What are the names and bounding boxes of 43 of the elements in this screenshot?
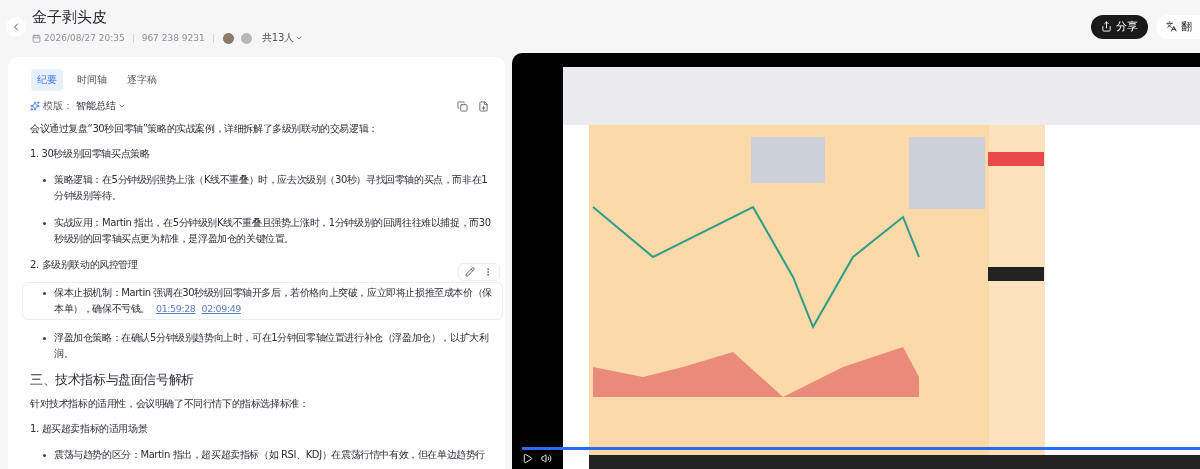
section-subheading: 2. 多级别联动的风控管理: [30, 258, 138, 272]
tab[interactable]: 纪要: [31, 69, 63, 91]
volume-icon[interactable]: [541, 452, 552, 464]
caret-icon: [295, 34, 304, 42]
timestamp-link[interactable]: 01:59:28: [156, 303, 196, 314]
edit-icon[interactable]: [465, 267, 475, 277]
bullet-text: 策略逻辑：在5分钟级别强势上涨（K线不重叠）时，应去次级别（30秒）寻找回零轴的买点，而非在1分钟级别等待。: [54, 173, 489, 203]
bullet-dot: [43, 292, 46, 295]
participants-dropdown[interactable]: 共13人: [261, 31, 304, 45]
bullet-text: 实战应用：Martin 指出，在5分钟级别K线不重叠且强势上涨时，1分钟级别的回调往往难以捕捉，而30秒级别的回零轴买点更为精准，是浮盈加仓的关键位置。: [54, 216, 492, 246]
timestamp-link[interactable]: 02:09:49: [201, 303, 241, 314]
meeting-id: 967 238 9231: [141, 33, 205, 43]
translate-icon: [1166, 21, 1177, 32]
bullet-text: 浮盈加仓策略：在确认5分钟级别趋势向上时，可在1分钟回零轴位置进行补仓（浮盈加仓），以扩大利润。: [54, 331, 490, 361]
bullet-dot: [43, 454, 46, 457]
bullet-dot: [43, 222, 46, 225]
summary-paragraph: 会议通过复盘“30秒回零轴”策略的实战案例，详细拆解了多级别联动的交易逻辑：: [30, 122, 379, 136]
back-button[interactable]: [6, 16, 26, 37]
template-dropdown[interactable]: 智能总结: [76, 99, 126, 113]
bullet-text: 保本止损机制：Martin 强调在30秒级别回零轴开多后，若价格向上突破，应立即将止损推至成本价（保本单），确保不亏钱。 01:59:28 02:09:49: [54, 286, 493, 316]
avatar-icon: [221, 31, 235, 45]
tab[interactable]: 逐字稿: [121, 69, 163, 91]
copy-icon[interactable]: [457, 100, 468, 112]
sparkle-icon: [30, 101, 40, 111]
section-subheading: 1. 超买超卖指标的适用场景: [30, 422, 148, 436]
template-label: 模版：: [43, 99, 73, 113]
section-heading: 三、技术指标与盘面信号解析: [30, 372, 195, 388]
section-subheading: 1. 30秒级别回零轴买点策略: [30, 147, 150, 161]
play-icon[interactable]: [522, 452, 533, 464]
note-icon[interactable]: [478, 100, 489, 112]
bullet-text: 震荡与趋势的区分：Martin 指出，超买超卖指标（如 RSI、KDJ）在震荡行情中有效，但在单边趋势行: [54, 448, 485, 462]
avatar-icon: [239, 31, 253, 45]
bullet-dot: [43, 179, 46, 182]
translate-button[interactable]: 翻: [1156, 14, 1200, 39]
summary-paragraph: 针对技术指标的适用性，会议明确了不同行情下的指标选择标准：: [30, 397, 310, 411]
bullet-dot: [43, 337, 46, 340]
caret-icon: [118, 102, 126, 110]
calendar-icon: [32, 33, 41, 43]
share-button[interactable]: 分享: [1091, 14, 1148, 39]
share-icon: [1101, 21, 1112, 32]
tab[interactable]: 时间轴: [71, 69, 113, 91]
meeting-date: 2026/08/27 20:35: [44, 33, 125, 43]
meeting-title: 金子剥头皮: [32, 8, 108, 27]
